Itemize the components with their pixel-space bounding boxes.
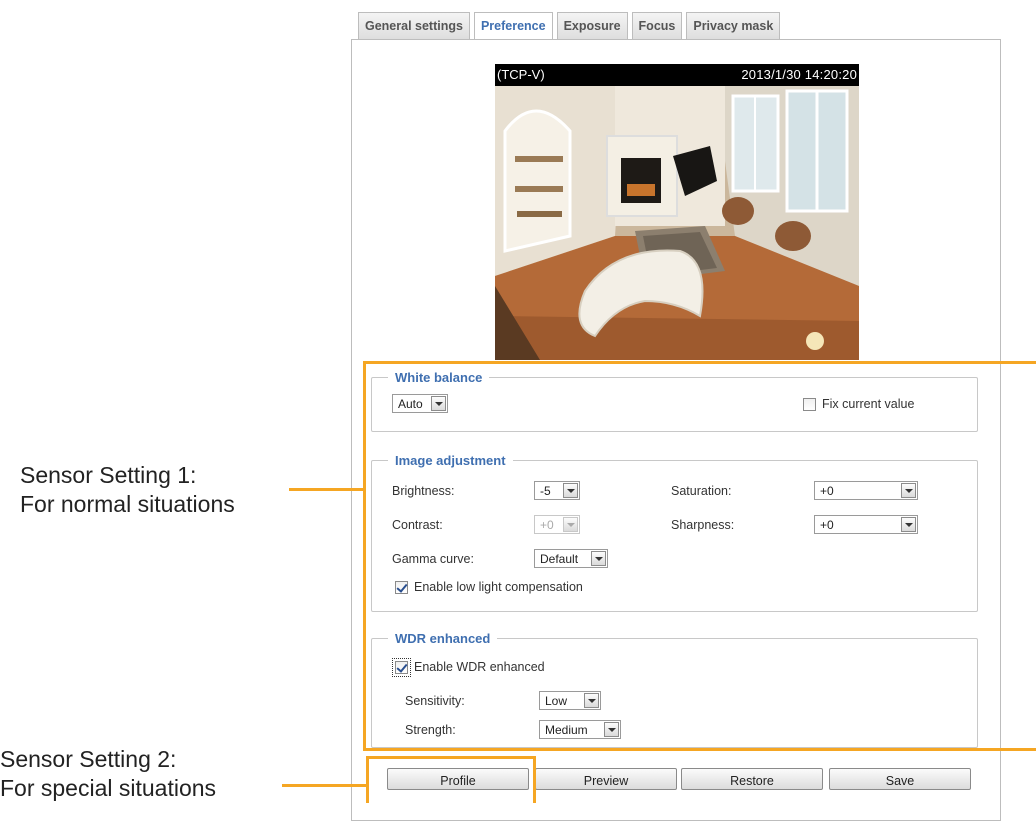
annotation-setting-2-desc: For special situations — [0, 775, 217, 801]
leader-line-1 — [289, 488, 365, 491]
contrast-value: +0 — [540, 518, 554, 532]
brightness-select[interactable]: -5 — [534, 481, 580, 500]
sensitivity-label: Sensitivity: — [405, 694, 465, 708]
low-light-compensation-label: Enable low light compensation — [414, 580, 583, 594]
gamma-curve-select[interactable]: Default — [534, 549, 608, 568]
chevron-down-icon — [431, 396, 446, 411]
annotation-setting-1: Sensor Setting 1: For normal situations — [20, 461, 235, 519]
sensitivity-select[interactable]: Low — [539, 691, 601, 710]
brightness-value: -5 — [540, 484, 551, 498]
highlight-box-bottom — [363, 748, 1036, 751]
annotation-setting-2: Sensor Setting 2: For special situations — [0, 745, 216, 803]
gamma-curve-value: Default — [540, 552, 579, 566]
chevron-down-icon — [563, 517, 578, 532]
image-adjustment-legend: Image adjustment — [395, 453, 506, 468]
tab-general-settings[interactable]: General settings — [358, 12, 470, 39]
chevron-down-icon — [591, 551, 606, 566]
highlight-box-top — [363, 361, 1036, 364]
camera-view: (TCP-V) 2013/1/30 14:20:20 — [495, 64, 859, 360]
white-balance-legend: White balance — [395, 370, 483, 385]
gamma-curve-label: Gamma curve: — [392, 552, 474, 566]
tab-focus[interactable]: Focus — [631, 12, 683, 39]
saturation-value: +0 — [820, 484, 834, 498]
chevron-down-icon — [901, 483, 916, 498]
fix-current-value-checkbox[interactable] — [803, 398, 816, 411]
sharpness-value: +0 — [820, 518, 834, 532]
wdr-enhanced-checkbox[interactable] — [392, 658, 411, 677]
profile-highlight-top — [366, 756, 536, 759]
wdr-enhanced-legend: WDR enhanced — [395, 631, 491, 646]
chevron-down-icon — [901, 517, 916, 532]
sharpness-select[interactable]: +0 — [814, 515, 918, 534]
wdr-enhanced-label: Enable WDR enhanced — [414, 660, 545, 674]
sensitivity-value: Low — [545, 694, 568, 708]
profile-highlight-right — [533, 756, 536, 803]
low-light-compensation-checkbox[interactable] — [395, 581, 408, 594]
chevron-down-icon — [563, 483, 578, 498]
annotation-setting-2-title: Sensor Setting 2: — [0, 746, 177, 772]
tab-privacy-mask[interactable]: Privacy mask — [686, 12, 781, 39]
wdr-enhanced-group: WDR enhanced — [371, 631, 978, 748]
contrast-label: Contrast: — [392, 518, 443, 532]
white-balance-value: Auto — [398, 397, 423, 411]
profile-highlight-left — [366, 756, 369, 803]
restore-button[interactable]: Restore — [681, 768, 823, 790]
tab-preference[interactable]: Preference — [473, 12, 553, 41]
annotation-setting-1-title: Sensor Setting 1: — [20, 462, 197, 488]
chevron-down-icon — [584, 693, 599, 708]
tab-bar: General settings Preference Exposure Foc… — [358, 12, 784, 41]
save-button[interactable]: Save — [829, 768, 971, 790]
profile-button[interactable]: Profile — [387, 768, 529, 790]
fix-current-value-label: Fix current value — [822, 397, 915, 411]
saturation-select[interactable]: +0 — [814, 481, 918, 500]
strength-select[interactable]: Medium — [539, 720, 621, 739]
camera-timestamp: 2013/1/30 14:20:20 — [741, 67, 857, 82]
sharpness-label: Sharpness: — [671, 518, 735, 532]
camera-label: (TCP-V) — [497, 67, 545, 82]
strength-label: Strength: — [405, 723, 456, 737]
strength-value: Medium — [545, 723, 588, 737]
annotation-setting-1-desc: For normal situations — [20, 491, 235, 517]
contrast-select: +0 — [534, 515, 580, 534]
chevron-down-icon — [604, 722, 619, 737]
saturation-label: Saturation: — [671, 484, 732, 498]
highlight-box-left — [363, 361, 366, 751]
tab-exposure[interactable]: Exposure — [556, 12, 628, 39]
brightness-label: Brightness: — [392, 484, 455, 498]
leader-line-2 — [282, 784, 368, 787]
white-balance-select[interactable]: Auto — [392, 394, 448, 413]
camera-image — [495, 86, 859, 360]
camera-caption-bar: (TCP-V) 2013/1/30 14:20:20 — [495, 64, 859, 86]
preview-button[interactable]: Preview — [535, 768, 677, 790]
